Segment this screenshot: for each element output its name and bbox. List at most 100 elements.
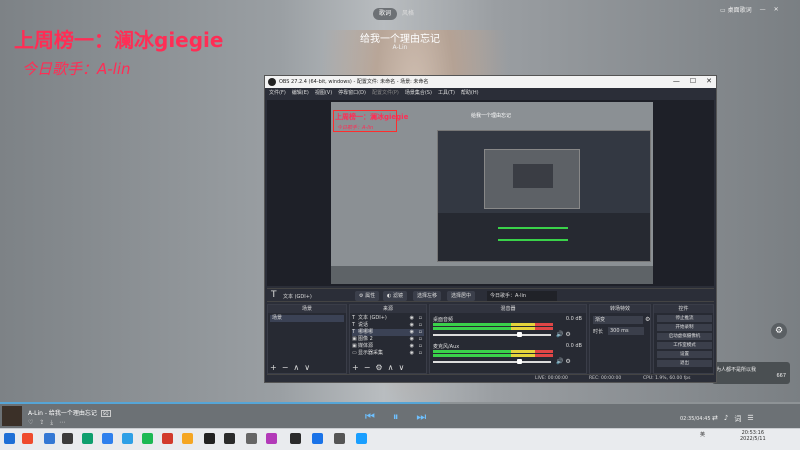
settings-round-button[interactable]: ⚙ (771, 323, 787, 339)
play-progress-bar[interactable] (0, 402, 800, 404)
volume-slider-knob[interactable] (517, 359, 523, 364)
text-value-field[interactable]: 今日歌手：A-lin (487, 291, 557, 301)
remove-icon[interactable]: − (282, 363, 289, 372)
minimize-icon[interactable]: — (760, 6, 766, 13)
menu-scene-collection[interactable]: 场景集合(S) (405, 88, 432, 98)
visibility-icon[interactable]: ◉ (410, 336, 414, 343)
add-icon[interactable]: + (270, 363, 277, 372)
lyrics-toggle-icon[interactable]: 词 (734, 414, 741, 424)
volume-slider-knob[interactable] (517, 332, 523, 337)
maximize-icon[interactable]: ☐ (690, 77, 696, 85)
lock-icon[interactable]: ▫ (419, 350, 422, 357)
speaker-icon[interactable]: 🔊 ⚙ (556, 331, 571, 338)
move-down-icon[interactable]: ∨ (304, 363, 310, 372)
taskbar-app-icon[interactable] (266, 433, 277, 444)
move-down-icon[interactable]: ∨ (398, 363, 404, 372)
properties-button[interactable]: ⚙ 属性 (355, 291, 380, 301)
lock-icon[interactable]: ▫ (419, 336, 422, 343)
taskbar-app-icon[interactable] (62, 433, 73, 444)
move-up-icon[interactable]: ∧ (388, 363, 394, 372)
transition-select[interactable]: 渐变 (593, 316, 643, 324)
speaker-icon[interactable]: 🔊 ⚙ (556, 358, 571, 365)
taskbar-app-icon[interactable] (142, 433, 153, 444)
source-item[interactable]: T 文本 (GDI+) ◉ ▫ (352, 315, 424, 322)
gear-icon[interactable]: ⚙ (645, 316, 650, 323)
visibility-icon[interactable]: ◉ (410, 343, 414, 350)
source-item[interactable]: ▭显示器采集 ◉ ▫ (352, 350, 424, 357)
move-up-icon[interactable]: ∧ (293, 363, 299, 372)
pause-icon[interactable]: ⏸ (393, 410, 399, 424)
studio-mode-button[interactable]: 工作室模式 (657, 342, 712, 349)
taskbar-app-icon[interactable] (22, 433, 33, 444)
lock-icon[interactable]: ▫ (419, 322, 422, 329)
duration-input[interactable]: 300 ms (608, 327, 644, 335)
filters-button[interactable]: ◐ 滤镜 (383, 291, 407, 301)
obs-preview[interactable]: 上周榜一：澜冰giegie 今日歌手：A-lin 给我一个理由忘记 (267, 100, 714, 286)
download-icon[interactable]: ⤓ (50, 419, 53, 427)
stop-streaming-button[interactable]: 停止推流 (657, 315, 712, 322)
align-center-button[interactable]: 选择居中 (447, 291, 476, 301)
gear-icon[interactable]: ⚙ (375, 363, 382, 372)
tab-lyrics[interactable]: 歌词 (373, 8, 398, 20)
preview-canvas[interactable]: 上周榜一：澜冰giegie 今日歌手：A-lin 给我一个理由忘记 (331, 102, 653, 284)
start-icon[interactable] (4, 433, 15, 444)
menu-file[interactable]: 文件(F) (269, 88, 286, 98)
album-thumbnail[interactable] (2, 406, 22, 426)
lock-icon[interactable]: ▫ (419, 315, 422, 322)
tab-style[interactable]: 风格 (396, 8, 420, 20)
taskbar-app-icon[interactable] (312, 433, 323, 444)
add-icon[interactable]: + (352, 363, 359, 372)
taskbar-app-icon[interactable] (182, 433, 193, 444)
taskbar-app-icon[interactable] (204, 433, 215, 444)
ime-indicator[interactable]: 英 (700, 431, 705, 438)
desktop-lyrics-button[interactable]: ▭ 桌面歌词 (720, 5, 752, 14)
next-icon[interactable]: ⏭ (416, 410, 426, 424)
taskbar-app-icon[interactable] (246, 433, 257, 444)
taskbar-app-icon[interactable] (82, 433, 93, 444)
menu-view[interactable]: 视图(V) (315, 88, 332, 98)
volume-slider[interactable] (433, 359, 551, 364)
exit-button[interactable]: 退出 (657, 360, 712, 367)
close-icon[interactable]: ✕ (774, 6, 779, 13)
lock-icon[interactable]: ▫ (419, 343, 422, 350)
taskbar-app-icon[interactable] (162, 433, 173, 444)
taskbar-app-icon[interactable] (122, 433, 133, 444)
lock-icon[interactable]: ▫ (419, 329, 422, 336)
taskbar-app-icon[interactable] (224, 433, 235, 444)
source-item[interactable]: T 说话 ◉ ▫ (352, 322, 424, 329)
sound-icon[interactable]: ♪ (724, 414, 728, 424)
share-icon[interactable]: ⇪ (39, 419, 44, 427)
visibility-icon[interactable]: ◉ (410, 322, 414, 329)
menu-profile[interactable]: 配置文件(P) (372, 88, 399, 98)
menu-docks[interactable]: 停靠窗口(D) (338, 88, 366, 98)
visibility-icon[interactable]: ◉ (410, 350, 414, 357)
playlist-icon[interactable]: ☰ (747, 414, 753, 424)
menu-help[interactable]: 帮助(H) (461, 88, 479, 98)
menu-tools[interactable]: 工具(T) (438, 88, 455, 98)
start-recording-button[interactable]: 开始录制 (657, 324, 712, 331)
source-item[interactable]: T 哪哪哪 ◉ ▫ (352, 329, 424, 336)
remove-icon[interactable]: − (364, 363, 371, 372)
taskbar-app-icon[interactable] (334, 433, 345, 444)
align-left-button[interactable]: 选择左移 (413, 291, 442, 301)
taskbar-app-icon[interactable] (290, 433, 301, 444)
more-icon[interactable]: ⋯ (59, 419, 65, 427)
shuffle-icon[interactable]: ⇄ (712, 414, 718, 424)
visibility-icon[interactable]: ◉ (410, 315, 414, 322)
taskbar-clock[interactable]: 20:53:16 2022/5/11 (740, 430, 766, 442)
taskbar-app-icon[interactable] (102, 433, 113, 444)
source-item[interactable]: ▣图像 2 ◉ ▫ (352, 336, 424, 343)
like-icon[interactable]: ♡ (28, 419, 33, 427)
menu-edit[interactable]: 编辑(E) (292, 88, 309, 98)
start-virtual-camera-button[interactable]: 启动虚拟摄像机 (657, 333, 712, 340)
source-item[interactable]: ▣媒体源 ◉ ▫ (352, 343, 424, 350)
minimize-icon[interactable]: — (673, 77, 680, 85)
taskbar-app-icon[interactable] (44, 433, 55, 444)
visibility-icon[interactable]: ◉ (410, 329, 414, 336)
previous-icon[interactable]: ⏮ (365, 410, 375, 424)
volume-slider[interactable] (433, 332, 551, 337)
scene-item[interactable]: 场景 (270, 315, 344, 322)
obs-titlebar[interactable]: OBS 27.2.4 (64-bit, windows) - 配置文件: 未命名… (265, 76, 716, 88)
settings-button[interactable]: 设置 (657, 351, 712, 358)
close-icon[interactable]: ✕ (706, 77, 712, 85)
